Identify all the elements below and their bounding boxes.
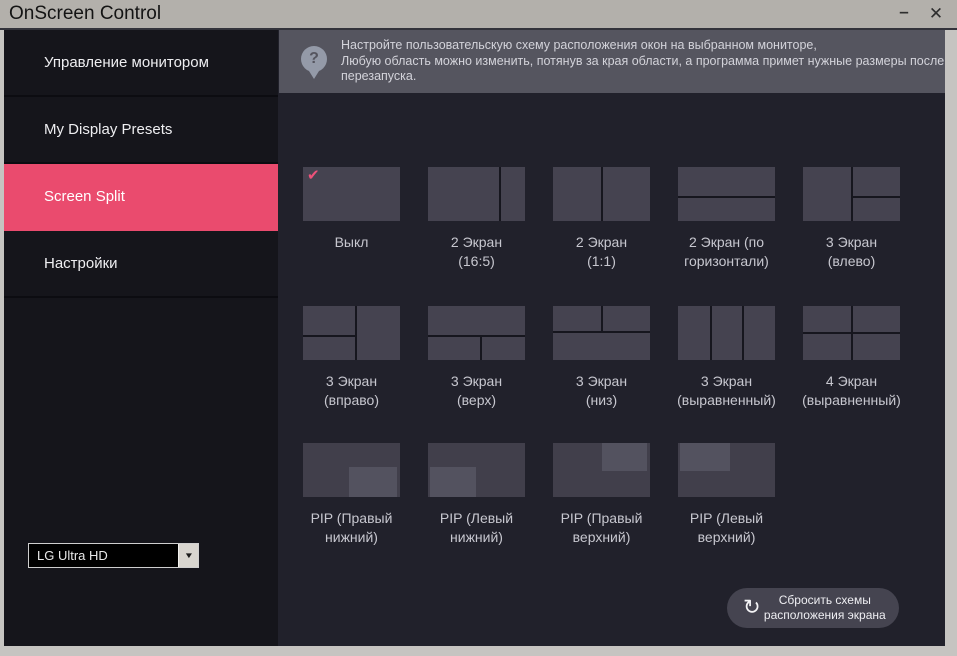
split-line (480, 335, 483, 360)
banner-line: Настройте пользовательскую схему располо… (341, 38, 817, 53)
layout-label: 2 Экран (по горизонтали) (684, 234, 769, 269)
layout-label: 2 Экран (16:5) (450, 234, 503, 269)
layout-label: 4 Экран (выравненный) (802, 373, 901, 408)
layout-option-pip-top-left[interactable]: PIP (Левый верхний) (664, 443, 789, 547)
window-title: OnScreen Control (9, 3, 162, 24)
close-icon: ✕ (928, 4, 944, 23)
layout-thumbnail-pip-top-left (678, 443, 775, 497)
split-line (303, 335, 356, 338)
split-line (498, 167, 501, 221)
monitor-select-dropdown[interactable]: LG Ultra HD ▼ (28, 543, 199, 568)
layout-thumbnail-off: ✔ (303, 167, 400, 221)
layout-option-3-screen-right[interactable]: 3 Экран (вправо) (289, 306, 414, 410)
pip-inset (601, 443, 648, 472)
layout-label: 3 Экран (влево) (825, 234, 878, 269)
layout-grid: ✔ Выкл 2 Экран (16:5) 2 Экран (1:1) 2 Эк… (289, 167, 919, 547)
layout-label: 3 Экран (вправо) (324, 373, 379, 408)
layout-row-1: ✔ Выкл 2 Экран (16:5) 2 Экран (1:1) 2 Эк… (289, 167, 919, 271)
layout-option-4-screen-even[interactable]: 4 Экран (выравненный) (789, 306, 914, 410)
split-line (709, 306, 712, 360)
sidebar-item-label: My Display Presets (44, 121, 173, 138)
layout-label: Выкл (334, 234, 369, 250)
split-line (803, 332, 900, 335)
layout-label: 3 Экран (верх) (450, 373, 503, 408)
sidebar-item-settings[interactable]: Настройки (4, 231, 278, 298)
layout-label: PIP (Левый верхний) (689, 510, 764, 545)
split-line (741, 306, 744, 360)
split-line (553, 331, 650, 334)
layout-label: PIP (Левый нижний) (439, 510, 514, 545)
layout-option-pip-top-right[interactable]: PIP (Правый верхний) (539, 443, 664, 547)
pin-tail (309, 70, 319, 79)
info-banner: ? Настройте пользовательскую схему распо… (279, 30, 945, 93)
layout-option-pip-bottom-right[interactable]: PIP (Правый нижний) (289, 443, 414, 547)
banner-text: Настройте пользовательскую схему располо… (341, 38, 944, 85)
question-mark-icon: ? (301, 45, 327, 72)
split-line (600, 167, 603, 221)
sidebar-item-label: Настройки (44, 255, 118, 272)
layout-option-3-screen-left[interactable]: 3 Экран (влево) (789, 167, 914, 271)
layout-thumbnail-3-screen-bottom (553, 306, 650, 360)
layout-thumbnail-pip-bottom-right (303, 443, 400, 497)
pip-inset (348, 466, 398, 497)
main-content: ? Настройте пользовательскую схему распо… (278, 30, 945, 646)
pip-inset (679, 443, 731, 472)
sidebar-item-my-display-presets[interactable]: My Display Presets (4, 97, 278, 164)
layout-option-3-screen-even[interactable]: 3 Экран (выравненный) (664, 306, 789, 410)
monitor-select-value: LG Ultra HD (37, 548, 108, 563)
split-line (428, 335, 525, 338)
reset-button-label: Сбросить схемы расположения экрана (763, 593, 886, 622)
help-pin-icon: ? (301, 45, 327, 80)
minimize-button[interactable]: – (893, 2, 915, 26)
layout-option-2-screen-16-5[interactable]: 2 Экран (16:5) (414, 167, 539, 271)
banner-line: перезапуска. (341, 69, 417, 84)
layout-thumbnail-3-screen-left (803, 167, 900, 221)
layout-row-2: 3 Экран (вправо) 3 Экран (верх) 3 Экран … (289, 306, 919, 410)
sidebar-item-label: Screen Split (44, 188, 125, 205)
layout-thumbnail-pip-bottom-left (428, 443, 525, 497)
layout-option-2-screen-horizontal[interactable]: 2 Экран (по горизонтали) (664, 167, 789, 271)
layout-option-2-screen-1-1[interactable]: 2 Экран (1:1) (539, 167, 664, 271)
layout-option-3-screen-top[interactable]: 3 Экран (верх) (414, 306, 539, 410)
layout-label: PIP (Правый нижний) (310, 510, 393, 545)
minimize-icon: – (899, 2, 909, 21)
layout-option-off[interactable]: ✔ Выкл (289, 167, 414, 271)
titlebar: OnScreen Control – ✕ (0, 0, 957, 28)
layout-label: 3 Экран (выравненный) (677, 373, 776, 408)
split-line (850, 167, 853, 221)
sidebar-item-monitor-control[interactable]: Управление монитором (4, 30, 278, 97)
refresh-icon: ↻ (743, 595, 761, 619)
close-button[interactable]: ✕ (925, 2, 947, 26)
chevron-down-icon: ▼ (183, 551, 194, 560)
pip-inset (429, 466, 477, 497)
app-window: OnScreen Control – ✕ Управление мониторо… (0, 0, 957, 656)
dropdown-button[interactable]: ▼ (178, 544, 198, 567)
layout-thumbnail-2-screen-horizontal (678, 167, 775, 221)
layout-thumbnail-3-screen-even (678, 306, 775, 360)
split-line (850, 196, 900, 199)
sidebar-item-screen-split[interactable]: Screen Split (4, 164, 278, 231)
split-line (355, 306, 358, 360)
check-icon: ✔ (307, 167, 320, 184)
app-body: Управление монитором My Display Presets … (4, 30, 945, 646)
window-controls: – ✕ (893, 0, 947, 28)
layout-thumbnail-2-screen-16-5 (428, 167, 525, 221)
layout-label: 3 Экран (низ) (575, 373, 628, 408)
reset-layouts-button[interactable]: ↻ Сбросить схемы расположения экрана (727, 588, 899, 628)
split-line (600, 306, 603, 332)
layout-thumbnail-3-screen-top (428, 306, 525, 360)
layout-label: 2 Экран (1:1) (575, 234, 628, 269)
layout-thumbnail-3-screen-right (303, 306, 400, 360)
sidebar-item-label: Управление монитором (44, 54, 209, 71)
layout-option-3-screen-bottom[interactable]: 3 Экран (низ) (539, 306, 664, 410)
sidebar: Управление монитором My Display Presets … (4, 30, 278, 646)
banner-line: Любую область можно изменить, потянув за… (341, 53, 945, 68)
layout-option-pip-bottom-left[interactable]: PIP (Левый нижний) (414, 443, 539, 547)
layout-thumbnail-2-screen-1-1 (553, 167, 650, 221)
layout-thumbnail-4-screen-even (803, 306, 900, 360)
split-line (678, 196, 775, 199)
layout-row-3: PIP (Правый нижний) PIP (Левый нижний) P… (289, 443, 919, 547)
layout-label: PIP (Правый верхний) (560, 510, 643, 545)
layout-thumbnail-pip-top-right (553, 443, 650, 497)
